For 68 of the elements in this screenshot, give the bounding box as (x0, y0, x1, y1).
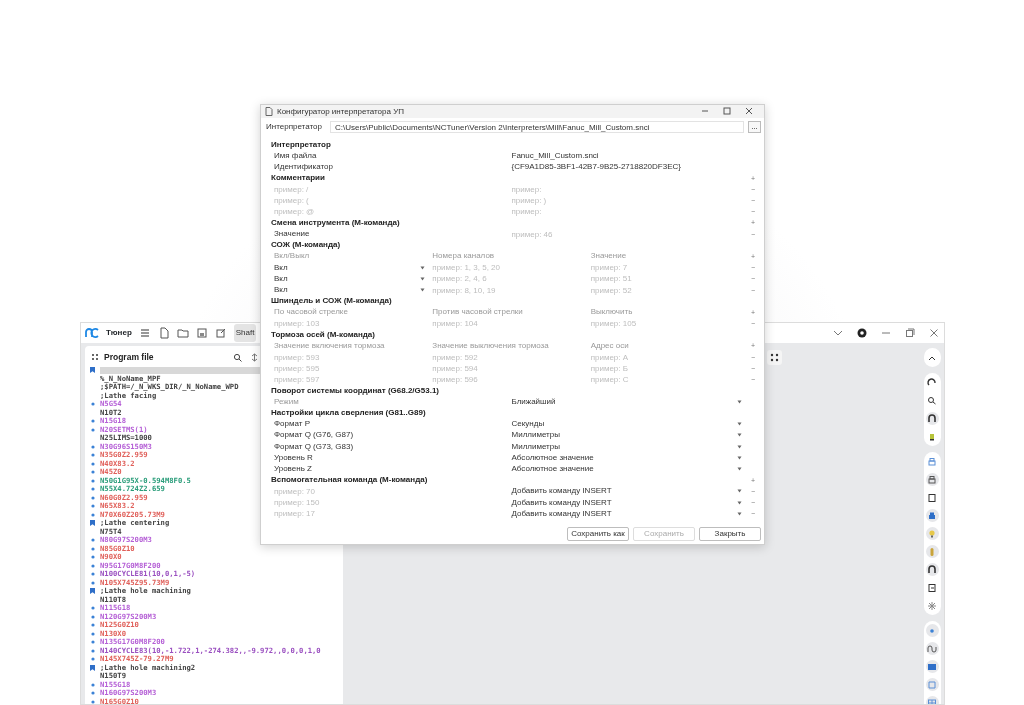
text-input[interactable]: пример: 51 (590, 273, 746, 284)
column-header: Значение включения тормоза (274, 341, 385, 350)
text-input[interactable]: пример: 70 (274, 486, 509, 497)
field-label: Формат P (274, 420, 310, 429)
text-input[interactable]: пример: 103 (274, 318, 430, 329)
text-input[interactable]: пример: ) (511, 195, 746, 206)
dropdown[interactable]: Вкл (274, 263, 430, 272)
window-title: Конфигуратор интерпретатора УП (277, 107, 404, 116)
section-title: Шпиндель и СОЖ (М-команда) (271, 297, 393, 306)
section-title: Комментарии (271, 174, 326, 183)
field-label: Идентификатор (274, 162, 333, 171)
dropdown[interactable]: Абсолютное значение (511, 465, 746, 474)
panel-title: Program file (104, 351, 154, 364)
tab[interactable]: Shaft (233, 324, 257, 342)
dropdown[interactable]: Вкл (274, 286, 430, 295)
field-label: Fanuc_Mill_Custom.snci (511, 151, 599, 160)
dropdown[interactable]: Абсолютное значение (511, 453, 746, 462)
section-title: Тормоза осей (М-команда) (271, 330, 376, 339)
column-header: Адрес оси (590, 341, 629, 350)
section-title: Смена инструмента (М-команда) (271, 218, 401, 227)
dropdown[interactable]: Добавить команду INSERT (511, 509, 746, 518)
column-header: Значение выключения тормоза (432, 341, 549, 350)
section-title: Поворот системы координат (G68.2/G53.1) (271, 386, 440, 395)
text-input[interactable]: пример: 104 (432, 318, 588, 329)
text-input[interactable]: пример: 597 (274, 374, 430, 385)
text-input[interactable]: пример: 592 (432, 352, 588, 363)
dropdown[interactable]: Добавить команду INSERT (511, 487, 746, 496)
column-header: Номера каналов (432, 252, 495, 261)
text-input[interactable]: пример: 596 (432, 374, 588, 385)
text-input[interactable]: пример: 17 (274, 508, 509, 519)
column-header: Значение (590, 252, 627, 261)
text-input[interactable]: пример: (511, 184, 746, 195)
dropdown[interactable]: Добавить команду INSERT (511, 498, 746, 507)
field-label: Интерпретатор (266, 123, 323, 131)
text-input[interactable]: пример: A (590, 352, 746, 363)
text-input[interactable]: пример: @ (274, 206, 509, 217)
dropdown[interactable]: Вкл (274, 274, 430, 283)
dropdown[interactable]: Секунды (511, 420, 746, 429)
field-label: Значение (274, 230, 310, 239)
text-input[interactable]: пример: / (274, 184, 509, 195)
dialog-button[interactable]: Закрыть (699, 527, 761, 541)
dropdown[interactable]: Миллиметры (511, 442, 746, 451)
column-header: Вкл/Выкл (274, 252, 310, 261)
field-label: Уровень Z (274, 465, 312, 474)
field-label: {CF9A1D85-3BF1-42B7-9B25-2718820DF3EC} (511, 162, 681, 171)
section-title: Настройки цикла сверления (G81..G89) (271, 409, 427, 418)
browse-button[interactable]: ... (748, 121, 761, 133)
text-input[interactable]: пример: 46 (511, 229, 746, 240)
field-label: Уровень R (274, 453, 313, 462)
field-label: Имя файла (274, 151, 317, 160)
section-title: Вспомогательная команда (М-команда) (271, 476, 429, 485)
field-label: Формат Q (G73, G83) (274, 442, 354, 451)
app-title: Тюнер (106, 327, 132, 339)
column-header: Режим (274, 397, 299, 406)
column-header: По часовой стрелке (274, 308, 348, 317)
text-input[interactable]: пример: 150 (274, 497, 509, 508)
section-title: СОЖ (М-команда) (271, 241, 342, 250)
path-field[interactable]: C:\Users\Public\Documents\NCTuner\Version 2\Interpreters\Mill\Fanuc_Mill_Custom.snci (329, 121, 744, 133)
text-input[interactable]: пример: 594 (432, 363, 588, 374)
dropdown[interactable]: Миллиметры (511, 431, 746, 440)
section-title: Интерпретатор (271, 140, 332, 149)
field-label: Формат Q (G76, G87) (274, 431, 354, 440)
text-input[interactable]: пример: (511, 206, 746, 217)
dialog-button[interactable]: Сохранить как (567, 527, 629, 541)
dropdown[interactable]: Ближайший (511, 397, 746, 406)
column-header: Против часовой стрелки (432, 308, 523, 317)
column-header: Выключить (590, 308, 633, 317)
text-input[interactable]: пример: ( (274, 195, 509, 206)
